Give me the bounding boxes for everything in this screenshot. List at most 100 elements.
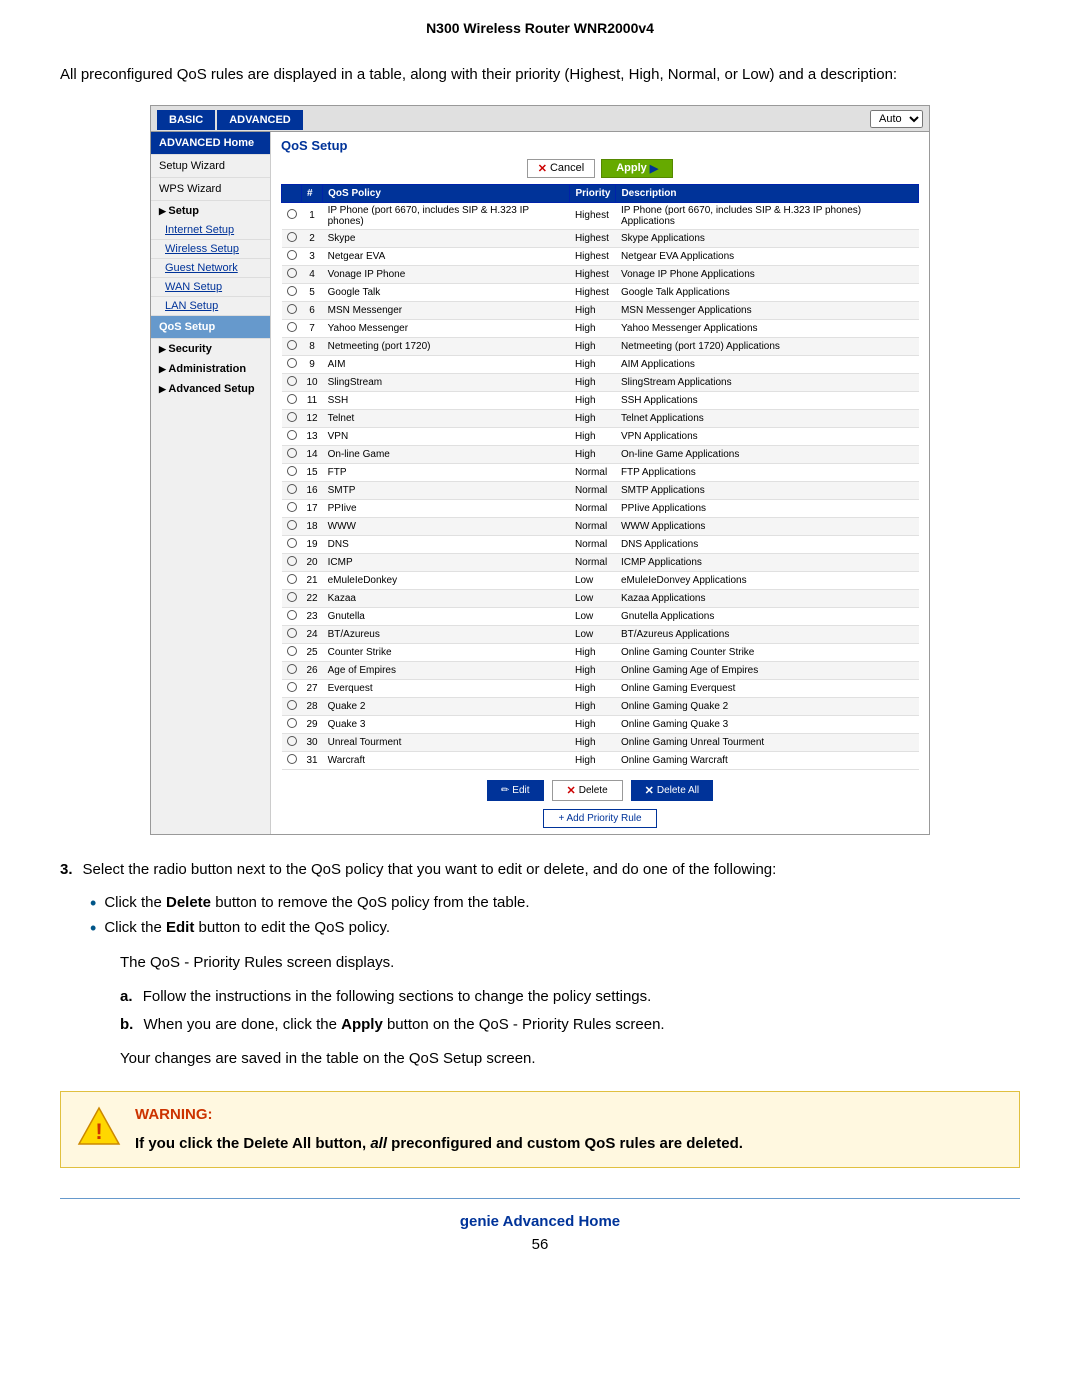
- table-cell-radio[interactable]: [282, 571, 302, 589]
- sidebar-item-guest-network[interactable]: Guest Network: [151, 259, 270, 278]
- table-cell-radio[interactable]: [282, 679, 302, 697]
- table-cell-radio[interactable]: [282, 373, 302, 391]
- radio-button[interactable]: [287, 538, 297, 548]
- radio-button[interactable]: [287, 448, 297, 458]
- radio-button[interactable]: [287, 736, 297, 746]
- radio-button[interactable]: [287, 556, 297, 566]
- table-cell-radio[interactable]: [282, 427, 302, 445]
- table-cell-radio[interactable]: [282, 445, 302, 463]
- table-cell-radio[interactable]: [282, 697, 302, 715]
- table-cell-radio[interactable]: [282, 607, 302, 625]
- table-row: 12 Telnet High Telnet Applications: [282, 409, 919, 427]
- table-cell-radio[interactable]: [282, 202, 302, 229]
- radio-button[interactable]: [287, 268, 297, 278]
- radio-button[interactable]: [287, 682, 297, 692]
- sidebar-item-wireless-setup[interactable]: Wireless Setup: [151, 240, 270, 259]
- table-cell-radio[interactable]: [282, 265, 302, 283]
- footer-page: 56: [60, 1236, 1020, 1253]
- table-cell-num: 3: [302, 247, 323, 265]
- sidebar-item-lan-setup[interactable]: LAN Setup: [151, 297, 270, 316]
- table-cell-radio[interactable]: [282, 733, 302, 751]
- radio-button[interactable]: [287, 250, 297, 260]
- table-cell-radio[interactable]: [282, 409, 302, 427]
- tab-advanced[interactable]: ADVANCED: [217, 110, 303, 130]
- table-cell-radio[interactable]: [282, 553, 302, 571]
- table-cell-radio[interactable]: [282, 751, 302, 769]
- radio-button[interactable]: [287, 358, 297, 368]
- sidebar-section-security[interactable]: Security: [151, 339, 270, 359]
- table-cell-radio[interactable]: [282, 625, 302, 643]
- delete-all-button[interactable]: ✕ Delete All: [631, 780, 713, 801]
- table-cell-radio[interactable]: [282, 535, 302, 553]
- radio-button[interactable]: [287, 340, 297, 350]
- radio-button[interactable]: [287, 232, 297, 242]
- radio-button[interactable]: [287, 592, 297, 602]
- radio-button[interactable]: [287, 466, 297, 476]
- table-cell-description: ICMP Applications: [616, 553, 919, 571]
- auto-select[interactable]: Auto: [870, 110, 923, 128]
- table-cell-radio[interactable]: [282, 517, 302, 535]
- table-cell-radio[interactable]: [282, 715, 302, 733]
- radio-button[interactable]: [287, 376, 297, 386]
- sidebar-item-wps-wizard[interactable]: WPS Wizard: [151, 178, 270, 201]
- sidebar-section-setup[interactable]: Setup: [151, 201, 270, 221]
- radio-button[interactable]: [287, 574, 297, 584]
- table-cell-description: Vonage IP Phone Applications: [616, 265, 919, 283]
- table-cell-radio[interactable]: [282, 301, 302, 319]
- sidebar-item-internet-setup[interactable]: Internet Setup: [151, 221, 270, 240]
- apply-button[interactable]: Apply ▶: [601, 159, 673, 178]
- radio-button[interactable]: [287, 646, 297, 656]
- sidebar-item-setup-wizard[interactable]: Setup Wizard: [151, 155, 270, 178]
- radio-button[interactable]: [287, 304, 297, 314]
- table-cell-priority: Normal: [570, 499, 616, 517]
- sidebar-section-administration[interactable]: Administration: [151, 359, 270, 379]
- radio-button[interactable]: [287, 664, 297, 674]
- table-cell-priority: High: [570, 733, 616, 751]
- radio-button[interactable]: [287, 322, 297, 332]
- table-cell-description: Skype Applications: [616, 229, 919, 247]
- step-3: 3. Select the radio button next to the Q…: [60, 859, 1020, 882]
- table-cell-radio[interactable]: [282, 391, 302, 409]
- table-cell-radio[interactable]: [282, 283, 302, 301]
- radio-button[interactable]: [287, 484, 297, 494]
- radio-button[interactable]: [287, 286, 297, 296]
- footer-link[interactable]: genie Advanced Home: [60, 1213, 1020, 1230]
- step-number: 3.: [60, 859, 73, 882]
- table-cell-radio[interactable]: [282, 337, 302, 355]
- delete-button[interactable]: ✕ Delete: [552, 780, 623, 801]
- table-cell-radio[interactable]: [282, 643, 302, 661]
- add-priority-button[interactable]: + Add Priority Rule: [543, 809, 656, 828]
- table-cell-radio[interactable]: [282, 247, 302, 265]
- radio-button[interactable]: [287, 718, 297, 728]
- table-cell-radio[interactable]: [282, 661, 302, 679]
- table-cell-radio[interactable]: [282, 481, 302, 499]
- radio-button[interactable]: [287, 610, 297, 620]
- radio-button[interactable]: [287, 754, 297, 764]
- table-cell-num: 1: [302, 202, 323, 229]
- radio-button[interactable]: [287, 628, 297, 638]
- radio-button[interactable]: [287, 412, 297, 422]
- sidebar-section-advanced-setup[interactable]: Advanced Setup: [151, 379, 270, 399]
- sidebar-item-qos-setup[interactable]: QoS Setup: [151, 316, 270, 339]
- radio-button[interactable]: [287, 700, 297, 710]
- sidebar-item-advanced-home[interactable]: ADVANCED Home: [151, 132, 270, 155]
- radio-button[interactable]: [287, 209, 297, 219]
- radio-button[interactable]: [287, 394, 297, 404]
- table-cell-description: Online Gaming Everquest: [616, 679, 919, 697]
- table-cell-radio[interactable]: [282, 355, 302, 373]
- table-cell-radio[interactable]: [282, 499, 302, 517]
- table-cell-radio[interactable]: [282, 463, 302, 481]
- cancel-button[interactable]: ✕ Cancel: [527, 159, 595, 178]
- table-cell-radio[interactable]: [282, 229, 302, 247]
- radio-button[interactable]: [287, 430, 297, 440]
- table-cell-radio[interactable]: [282, 319, 302, 337]
- radio-button[interactable]: [287, 502, 297, 512]
- table-cell-priority: Normal: [570, 481, 616, 499]
- radio-button[interactable]: [287, 520, 297, 530]
- table-row: 7 Yahoo Messenger High Yahoo Messenger A…: [282, 319, 919, 337]
- edit-button[interactable]: ✏ Edit: [487, 780, 544, 801]
- sidebar-item-wan-setup[interactable]: WAN Setup: [151, 278, 270, 297]
- table-cell-radio[interactable]: [282, 589, 302, 607]
- table-cell-num: 27: [302, 679, 323, 697]
- tab-basic[interactable]: BASIC: [157, 110, 215, 130]
